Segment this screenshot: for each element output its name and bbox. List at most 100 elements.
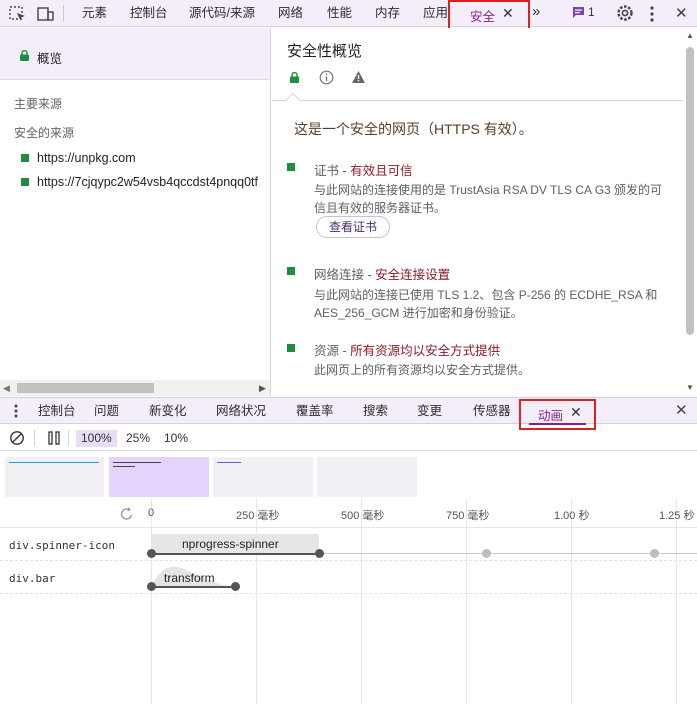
animation-preview[interactable]	[317, 457, 417, 497]
tab-sources[interactable]: 源代码/来源	[189, 0, 255, 27]
issues-count: 1	[588, 5, 595, 19]
tab-application[interactable]: 应用	[423, 0, 448, 27]
animation-toolbar: 100% 25% 10%	[0, 425, 697, 451]
speed-button-25[interactable]: 25%	[121, 430, 155, 447]
drawer-menu-icon[interactable]	[12, 403, 20, 422]
info-icon	[319, 70, 334, 85]
close-icon[interactable]: ✕	[502, 5, 514, 22]
certificate-description: 与此网站的连接使用的是 TrustAsia RSA DV TLS CA G3 颁…	[314, 183, 663, 215]
toolbar-divider	[68, 430, 69, 446]
scroll-left-arrow-icon[interactable]: ◀	[3, 383, 10, 394]
tab-elements[interactable]: 元素	[82, 0, 107, 27]
timeline-gridline	[256, 498, 257, 704]
replay-icon[interactable]	[119, 506, 135, 522]
animated-node-label[interactable]: div.spinner-icon	[9, 539, 115, 552]
more-options-icon[interactable]	[648, 5, 656, 26]
keyframe-handle[interactable]	[315, 549, 324, 558]
tab-security[interactable]: 安全 ✕	[448, 0, 530, 30]
drawer-tab-search[interactable]: 搜索	[363, 398, 388, 424]
speed-button-10[interactable]: 10%	[159, 430, 193, 447]
close-devtools-icon[interactable]: ✕	[675, 4, 688, 22]
animation-preview-selected[interactable]	[109, 457, 209, 497]
drawer-tab-changes[interactable]: 变更	[417, 398, 442, 424]
animation-preview[interactable]	[213, 457, 313, 497]
scroll-right-arrow-icon[interactable]: ▶	[259, 383, 266, 394]
drawer-tab-issues[interactable]: 问题	[94, 398, 119, 424]
tab-performance[interactable]: 性能	[327, 0, 352, 27]
security-overview-panel: 安全性概览 这是一个安全的网页（HTTPS 有效）。 证书 - 有效且可信 与此…	[272, 28, 683, 396]
scrollbar-thumb[interactable]	[17, 383, 154, 393]
time-tick: 750 毫秒	[446, 510, 490, 522]
more-tabs-chevron-icon[interactable]: »	[532, 3, 540, 20]
vertical-scrollbar[interactable]: ▲ ▼	[683, 28, 697, 396]
resources-description: 此网页上的所有资源均以安全方式提供。	[314, 363, 531, 377]
animation-preview[interactable]	[5, 457, 104, 497]
certificate-heading: 证书 - 有效且可信	[314, 164, 413, 178]
tab-network[interactable]: 网络	[278, 0, 303, 27]
drawer-tab-coverage[interactable]: 覆盖率	[296, 398, 334, 424]
scrollbar-thumb[interactable]	[686, 47, 694, 335]
connection-status-icon	[287, 267, 295, 275]
origin-url: https://unpkg.com	[37, 151, 136, 165]
preview-line	[113, 462, 161, 463]
animation-line	[151, 553, 319, 555]
pause-all-icon[interactable]	[47, 431, 61, 445]
animation-name: transform	[164, 571, 215, 585]
animation-iteration-line	[319, 553, 697, 554]
connection-heading: 网络连接 - 安全连接设置	[314, 268, 451, 282]
close-drawer-icon[interactable]: ✕	[675, 401, 688, 419]
issues-badge[interactable]: 1	[572, 5, 595, 22]
tab-memory[interactable]: 内存	[375, 0, 400, 27]
tab-security-label: 安全	[470, 10, 496, 24]
preview-line	[217, 462, 241, 463]
clear-all-icon[interactable]	[9, 430, 25, 446]
horizontal-scrollbar[interactable]: ◀ ▶	[0, 380, 270, 396]
main-tab-bar: 元素 控制台 源代码/来源 网络 性能 内存 应用 安全 ✕ » 1 ✕	[0, 0, 697, 30]
animation-timeline: 0 250 毫秒 500 毫秒 750 毫秒 1.00 秒 1.25 秒 div…	[0, 498, 697, 704]
preview-line	[113, 466, 135, 467]
inspect-element-icon[interactable]	[8, 4, 28, 24]
animation-line	[151, 586, 235, 588]
view-certificate-button[interactable]: 查看证书	[316, 216, 390, 238]
speed-button-100[interactable]: 100%	[76, 430, 117, 447]
timeline-gridline	[676, 498, 677, 704]
page-title: 安全性概览	[287, 43, 363, 60]
keyframe-handle[interactable]	[231, 582, 240, 591]
secure-status-icon	[21, 178, 29, 186]
scroll-down-arrow-icon[interactable]: ▼	[686, 383, 694, 392]
toolbar-divider	[34, 430, 35, 446]
drawer-tab-animations-label: 动画	[538, 409, 564, 423]
close-icon[interactable]: ✕	[570, 404, 582, 421]
animated-node-label[interactable]: div.bar	[9, 572, 55, 585]
warning-icon	[352, 71, 365, 83]
scroll-up-arrow-icon[interactable]: ▲	[686, 31, 694, 40]
animation-name: nprogress-spinner	[182, 537, 279, 551]
timeline-gridline	[571, 498, 572, 704]
timeline-gridline	[151, 498, 152, 704]
resources-heading: 资源 - 所有资源均以安全方式提供	[314, 344, 501, 358]
secure-origins-heading: 安全的来源	[14, 126, 75, 140]
origin-list-item[interactable]: https://unpkg.com	[0, 148, 270, 168]
drawer-tab-sensors[interactable]: 传感器	[473, 398, 511, 424]
row-divider	[0, 593, 697, 594]
timeline-gridline	[466, 498, 467, 704]
security-sidebar: 概览 主要来源 安全的来源 https://unpkg.com https://…	[0, 28, 271, 396]
settings-gear-icon[interactable]	[615, 3, 635, 26]
preview-line	[9, 462, 99, 463]
secure-lock-icon	[290, 72, 299, 83]
row-divider	[0, 560, 697, 561]
drawer-tab-bar: 控制台 问题 新变化 网络状况 覆盖率 搜索 变更 传感器 动画 ✕ ✕	[0, 397, 697, 430]
drawer-tab-console[interactable]: 控制台	[38, 398, 76, 424]
issues-icon	[573, 7, 584, 18]
keyframe-handle[interactable]	[147, 549, 156, 558]
sidebar-item-overview[interactable]: 概览	[0, 28, 270, 80]
drawer-tab-network-conditions[interactable]: 网络状况	[216, 398, 266, 424]
timeline-gridline	[361, 498, 362, 704]
time-tick: 500 毫秒	[341, 510, 385, 522]
certificate-status-icon	[287, 163, 295, 171]
drawer-tab-whats-new[interactable]: 新变化	[149, 398, 187, 424]
keyframe-handle[interactable]	[147, 582, 156, 591]
device-toolbar-icon[interactable]	[36, 4, 56, 24]
origin-list-item[interactable]: https://7cjqypc2w54vsb4qccdst4pnqq0tf	[0, 172, 270, 192]
tab-console[interactable]: 控制台	[130, 0, 168, 27]
